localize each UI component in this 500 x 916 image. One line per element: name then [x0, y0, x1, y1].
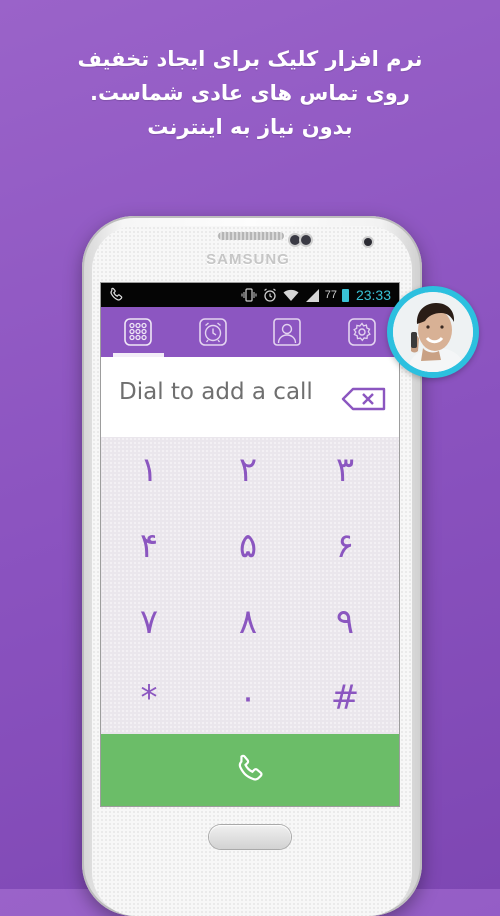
keypad: ۱ ۲ ۳ ۴ ۵ ۶ ۷ ۸ ۹ * ۰ # [101, 437, 399, 734]
battery-percent: 77 [324, 289, 337, 301]
dial-number-field[interactable]: Dial to add a call [119, 379, 313, 405]
home-button[interactable] [209, 825, 291, 849]
key-hash[interactable]: # [300, 668, 390, 728]
tab-dialpad[interactable] [101, 307, 176, 357]
front-camera [364, 238, 372, 246]
key-8[interactable]: ۸ [203, 592, 293, 652]
key-7[interactable]: ۷ [104, 592, 194, 652]
key-6[interactable]: ۶ [300, 516, 390, 576]
caller-avatar [387, 286, 479, 378]
promo-headline: نرم افزار کلیک برای ایجاد تخفیف روی تماس… [20, 42, 480, 144]
wifi-icon [283, 289, 299, 301]
tab-contacts[interactable] [250, 307, 325, 357]
phone-speaker [218, 232, 284, 240]
key-star[interactable]: * [104, 668, 194, 728]
headline-line-1: نرم افزار کلیک برای ایجاد تخفیف [77, 47, 423, 71]
alarm-clock-icon [198, 318, 227, 346]
key-1[interactable]: ۱ [104, 440, 194, 500]
backspace-icon[interactable] [341, 387, 387, 411]
key-0[interactable]: ۰ [203, 668, 293, 728]
phone-screen: 77 23:33 Dial to add a call ۱ ۲ ۳ ۴ ۵ ۶ … [101, 283, 399, 806]
phone-call-icon [238, 754, 263, 781]
contact-icon [273, 318, 302, 346]
tab-bar [101, 307, 399, 357]
key-4[interactable]: ۴ [104, 516, 194, 576]
battery-icon [341, 288, 349, 302]
status-bar: 77 23:33 [101, 283, 399, 307]
tab-alarm[interactable] [176, 307, 251, 357]
key-5[interactable]: ۵ [203, 516, 293, 576]
phone-notification-icon [110, 287, 123, 301]
headline-line-2: روی تماس های عادی شماست. [90, 81, 410, 105]
vibrate-icon [241, 288, 257, 302]
dialpad-icon [124, 318, 153, 346]
headline-line-3: بدون نیاز به اینترنت [147, 115, 353, 139]
alarm-icon [263, 288, 276, 302]
status-time: 23:33 [355, 287, 391, 303]
key-9[interactable]: ۹ [300, 592, 390, 652]
phone-sensor [290, 235, 300, 245]
signal-icon [305, 289, 319, 302]
dial-display: Dial to add a call [101, 357, 399, 437]
phone-sensor [301, 235, 311, 245]
phone-brand: SAMSUNG [206, 251, 290, 268]
smiling-man-photo [393, 292, 473, 372]
key-2[interactable]: ۲ [203, 440, 293, 500]
call-button[interactable] [101, 734, 399, 806]
settings-gear-icon [347, 318, 376, 346]
key-3[interactable]: ۳ [300, 440, 390, 500]
